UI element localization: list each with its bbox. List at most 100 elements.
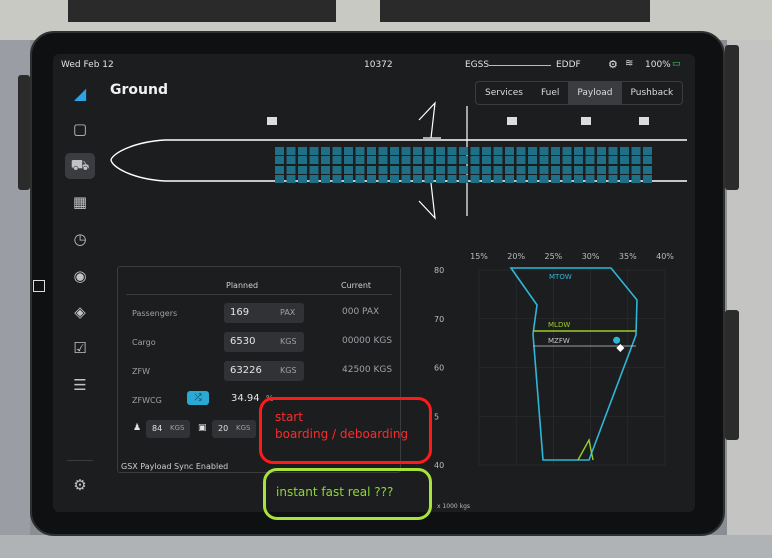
seat [597, 156, 606, 164]
seat [332, 175, 342, 183]
seat [493, 147, 503, 155]
randomize-button[interactable]: ⤮ [187, 391, 209, 405]
seat [309, 166, 319, 174]
pax-weight: 84 [152, 424, 163, 433]
seat [493, 175, 503, 183]
cargo-input[interactable]: 6530 KGS [224, 332, 304, 352]
route-destination: EDDF [556, 60, 581, 70]
seat [344, 147, 353, 155]
seat [436, 166, 445, 174]
y-tick-label: 40 [434, 461, 444, 470]
seat [574, 147, 583, 155]
seat [528, 175, 537, 183]
x-tick-label: 35% [619, 252, 637, 261]
home-button[interactable] [33, 280, 45, 292]
seat [298, 175, 307, 183]
zfw-planned: 63226 [230, 365, 262, 376]
app-logo-icon: ◢ [73, 83, 87, 103]
seat [551, 175, 560, 183]
seat [309, 156, 319, 164]
seat [275, 175, 284, 183]
seat [528, 156, 537, 164]
seat [505, 175, 514, 183]
row-label-zfwcg: ZFWCG [132, 396, 162, 405]
seat [620, 156, 629, 164]
divider [126, 294, 392, 295]
seat [298, 166, 307, 174]
seat [539, 147, 549, 155]
unit-kgs: KGS [280, 337, 297, 346]
seat [574, 175, 583, 183]
seat [643, 166, 652, 174]
seat [447, 175, 457, 183]
bag-weight-unit: KGS [236, 424, 251, 432]
seat [631, 147, 641, 155]
envelope-mtow [509, 267, 638, 461]
radio-icon[interactable]: ◉ [65, 263, 95, 289]
seat [539, 156, 549, 164]
y-tick-label: 70 [434, 315, 444, 324]
sidebar: ◢ ▢ ⛟ ▦ ◷ ◉ ◈ ☑ ☰ ⚙ [53, 76, 108, 512]
seat [355, 166, 365, 174]
sliders-icon[interactable]: ☰ [65, 372, 95, 398]
seat [367, 175, 376, 183]
seat [585, 175, 595, 183]
mount-left [18, 75, 30, 190]
header-planned: Planned [226, 281, 259, 290]
seat [597, 147, 606, 155]
seat [608, 147, 618, 155]
bag-weight-input[interactable]: 20 KGS [212, 420, 256, 438]
mount-right-lower [725, 310, 739, 440]
pax-weight-input[interactable]: 84 KGS [146, 420, 190, 438]
background-bottom [0, 535, 772, 558]
seat [493, 166, 503, 174]
seat [551, 147, 560, 155]
truck-icon[interactable]: ⛟ [65, 153, 95, 179]
seat [286, 166, 296, 174]
seat [482, 156, 491, 164]
gear-icon[interactable]: ⚙ [608, 58, 618, 71]
y-tick-label: 80 [434, 266, 444, 275]
seat [355, 147, 365, 155]
annotation-red-line1: start [275, 410, 303, 424]
bag-icon: ▣ [198, 423, 207, 433]
checklist-icon[interactable]: ☑ [65, 335, 95, 361]
seat [401, 147, 411, 155]
seat [516, 156, 526, 164]
seat [505, 166, 514, 174]
settings-icon[interactable]: ⚙ [65, 472, 95, 498]
x-tick-label: 30% [582, 252, 600, 261]
unit-pax: PAX [280, 308, 296, 317]
passengers-current: 000 PAX [342, 307, 380, 317]
alert-icon[interactable]: ◈ [65, 299, 95, 325]
seat [459, 166, 468, 174]
seat [298, 156, 307, 164]
seat [643, 147, 652, 155]
seat [539, 175, 549, 183]
gauge-icon[interactable]: ◷ [65, 226, 95, 252]
seat [574, 166, 583, 174]
clipboard-icon[interactable]: ▢ [65, 116, 95, 142]
seat [631, 166, 641, 174]
seat [390, 147, 399, 155]
passengers-input[interactable]: 169 PAX [224, 303, 304, 323]
seat [470, 166, 480, 174]
seat [424, 147, 434, 155]
mzfw-label: MZFW [548, 337, 570, 345]
seat [378, 175, 388, 183]
seat [608, 175, 618, 183]
seat [631, 156, 641, 164]
annotation-green-text: instant fast real ??? [276, 485, 394, 499]
seat [528, 147, 537, 155]
baggage-icon [639, 117, 649, 125]
bag-weight: 20 [218, 424, 229, 433]
seat [309, 175, 319, 183]
seat [378, 156, 388, 164]
seat [401, 156, 411, 164]
calculator-icon[interactable]: ▦ [65, 189, 95, 215]
x-unit-note: x 1000 kgs [437, 503, 470, 510]
zfw-input[interactable]: 63226 KGS [224, 361, 304, 381]
seat [413, 156, 422, 164]
seat [643, 156, 652, 164]
seat [286, 156, 296, 164]
